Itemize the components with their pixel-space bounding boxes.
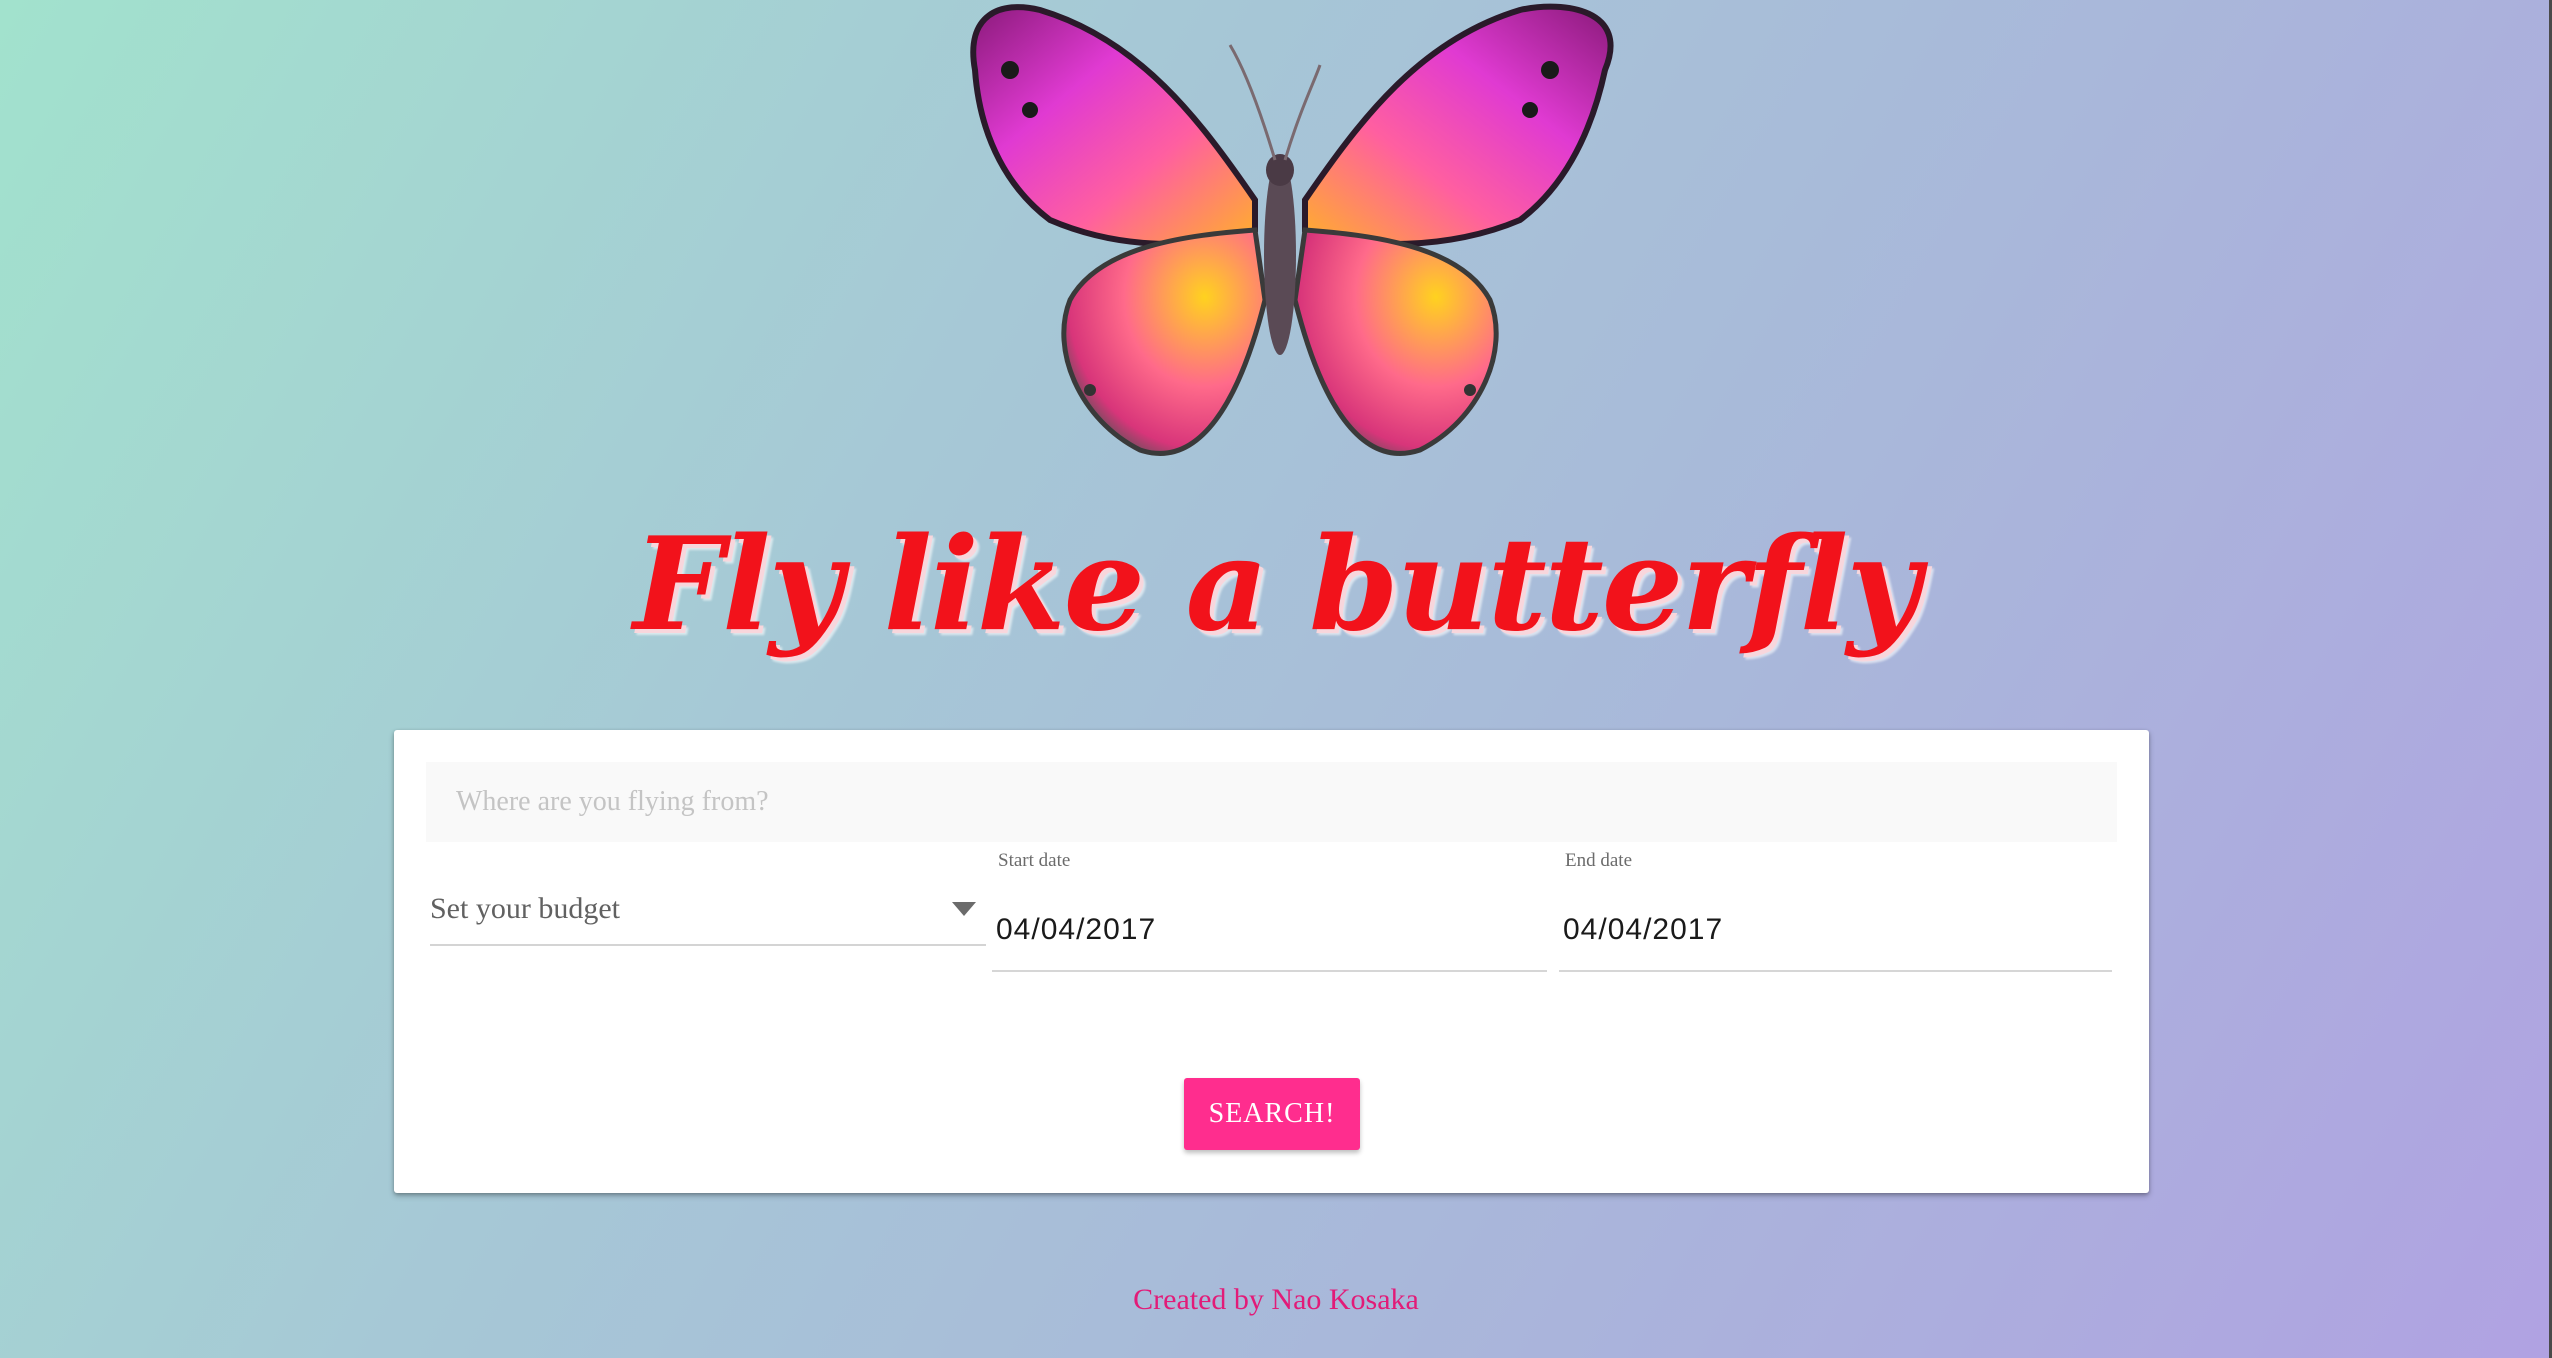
search-card: Set your budget Start date End date SEAR… bbox=[394, 730, 2149, 1193]
origin-input[interactable] bbox=[426, 762, 2117, 842]
search-button[interactable]: SEARCH! bbox=[1184, 1078, 1360, 1150]
butterfly-icon bbox=[970, 3, 1614, 456]
budget-select[interactable]: Set your budget bbox=[430, 880, 986, 946]
start-date-input[interactable] bbox=[992, 890, 1547, 972]
end-date-field: End date bbox=[1559, 850, 2112, 972]
triangle-down-icon bbox=[952, 902, 976, 916]
end-date-input[interactable] bbox=[1559, 890, 2112, 972]
page-title: Fly like a butterfly bbox=[633, 510, 1921, 660]
footer-credit: Created by Nao Kosaka bbox=[1133, 1283, 1419, 1316]
end-date-label: End date bbox=[1565, 850, 1633, 871]
start-date-field: Start date bbox=[992, 850, 1547, 972]
start-date-label: Start date bbox=[998, 850, 1071, 871]
budget-select-label: Set your budget bbox=[430, 892, 620, 925]
